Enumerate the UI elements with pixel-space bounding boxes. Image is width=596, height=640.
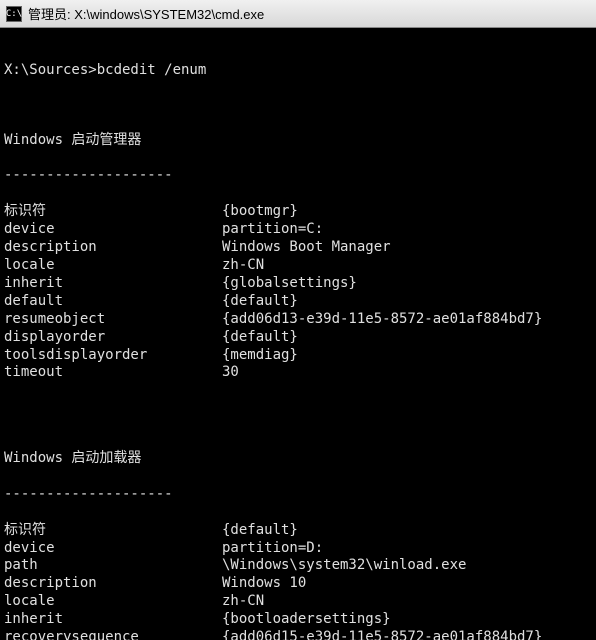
section-title: Windows 启动管理器 [4,132,592,150]
prompt-command: bcdedit /enum [97,62,207,78]
kv-key: device [4,221,222,239]
kv-row: 标识符{bootmgr} [4,203,592,221]
kv-row: toolsdisplayorder{memdiag} [4,347,592,365]
kv-row: localezh-CN [4,257,592,275]
separator: -------------------- [4,167,592,185]
section-title: Windows 启动加载器 [4,450,592,468]
kv-value: partition=C: [222,221,592,239]
kv-row: localezh-CN [4,593,592,611]
kv-value: {globalsettings} [222,275,592,293]
kv-key: path [4,557,222,575]
kv-row: timeout30 [4,364,592,382]
kv-row: default{default} [4,293,592,311]
kv-value: {default} [222,329,592,347]
kv-key: toolsdisplayorder [4,347,222,365]
separator: -------------------- [4,486,592,504]
kv-value: zh-CN [222,593,592,611]
kv-key: inherit [4,611,222,629]
kv-value: Windows 10 [222,575,592,593]
kv-row: devicepartition=C: [4,221,592,239]
kv-key: inherit [4,275,222,293]
kv-value: {default} [222,293,592,311]
kv-row: inherit{globalsettings} [4,275,592,293]
kv-row: displayorder{default} [4,329,592,347]
prompt-path: X:\Sources> [4,62,97,78]
kv-key: device [4,540,222,558]
kv-row: descriptionWindows 10 [4,575,592,593]
kv-row: recoverysequence{add06d15-e39d-11e5-8572… [4,629,592,640]
kv-key: locale [4,257,222,275]
kv-row: devicepartition=D: [4,540,592,558]
cmd-icon: C:\ [6,6,22,22]
kv-value: {add06d15-e39d-11e5-8572-ae01af884bd7} [222,629,592,640]
kv-key: default [4,293,222,311]
section-boot-loader: Windows 启动加载器 -------------------- 标识符{d… [4,432,592,640]
kv-value: {default} [222,522,592,540]
prompt-line: X:\Sources>bcdedit /enum [4,62,592,80]
kv-key: 标识符 [4,203,222,221]
kv-key: displayorder [4,329,222,347]
kv-key: timeout [4,364,222,382]
kv-key: 标识符 [4,522,222,540]
kv-key: description [4,575,222,593]
kv-value: zh-CN [222,257,592,275]
kv-key: resumeobject [4,311,222,329]
kv-row: resumeobject{add06d13-e39d-11e5-8572-ae0… [4,311,592,329]
kv-value: {bootmgr} [222,203,592,221]
kv-value: \Windows\system32\winload.exe [222,557,592,575]
kv-row: path\Windows\system32\winload.exe [4,557,592,575]
kv-value: Windows Boot Manager [222,239,592,257]
kv-value: 30 [222,364,592,382]
kv-key: locale [4,593,222,611]
kv-value: {memdiag} [222,347,592,365]
kv-value: {add06d13-e39d-11e5-8572-ae01af884bd7} [222,311,592,329]
window-title-text: 管理员: X:\windows\SYSTEM32\cmd.exe [28,4,264,23]
section-boot-manager: Windows 启动管理器 -------------------- 标识符{b… [4,114,592,401]
kv-row: inherit{bootloadersettings} [4,611,592,629]
terminal-output[interactable]: X:\Sources>bcdedit /enum Windows 启动管理器 -… [0,28,596,640]
kv-row: descriptionWindows Boot Manager [4,239,592,257]
kv-key: description [4,239,222,257]
kv-value: partition=D: [222,540,592,558]
window-title-bar[interactable]: C:\ 管理员: X:\windows\SYSTEM32\cmd.exe [0,0,596,28]
kv-value: {bootloadersettings} [222,611,592,629]
kv-row: 标识符{default} [4,522,592,540]
kv-key: recoverysequence [4,629,222,640]
